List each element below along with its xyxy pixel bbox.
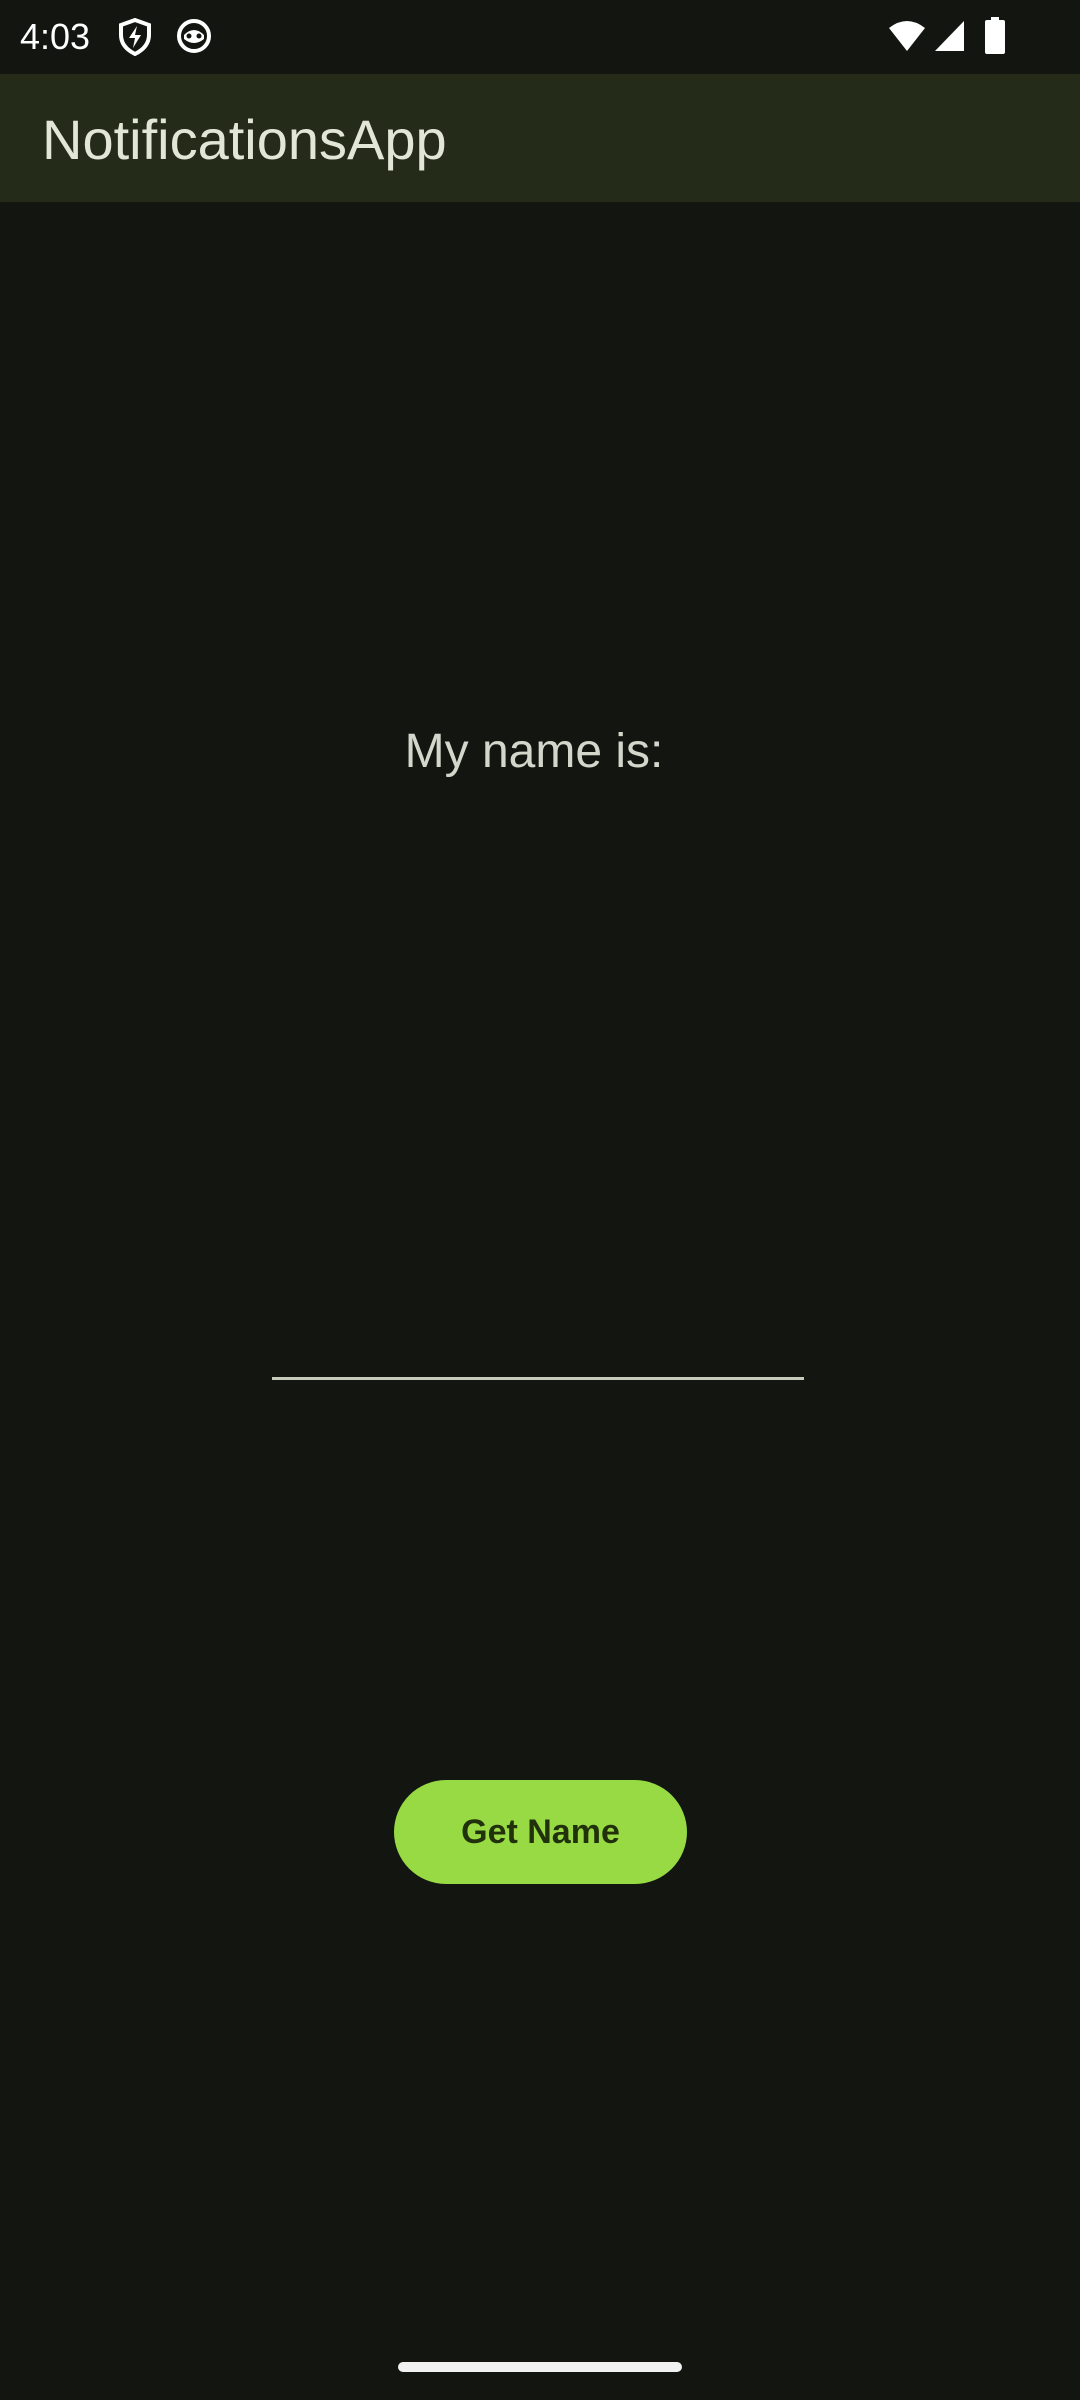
app-title: NotificationsApp: [42, 108, 447, 171]
cell-signal-icon: [934, 20, 966, 57]
cat-face-icon: [176, 18, 212, 59]
status-time: 4:03: [20, 16, 91, 57]
home-indicator[interactable]: [398, 2362, 682, 2372]
shield-icon: [118, 17, 152, 61]
get-name-button[interactable]: Get Name: [394, 1780, 687, 1884]
app-bar: NotificationsApp: [0, 74, 1080, 202]
wifi-icon: [888, 20, 926, 57]
status-bar: 4:03: [0, 0, 1080, 74]
battery-icon: [984, 17, 1006, 60]
name-field[interactable]: [272, 1260, 804, 1380]
name-label: My name is:: [404, 725, 664, 778]
